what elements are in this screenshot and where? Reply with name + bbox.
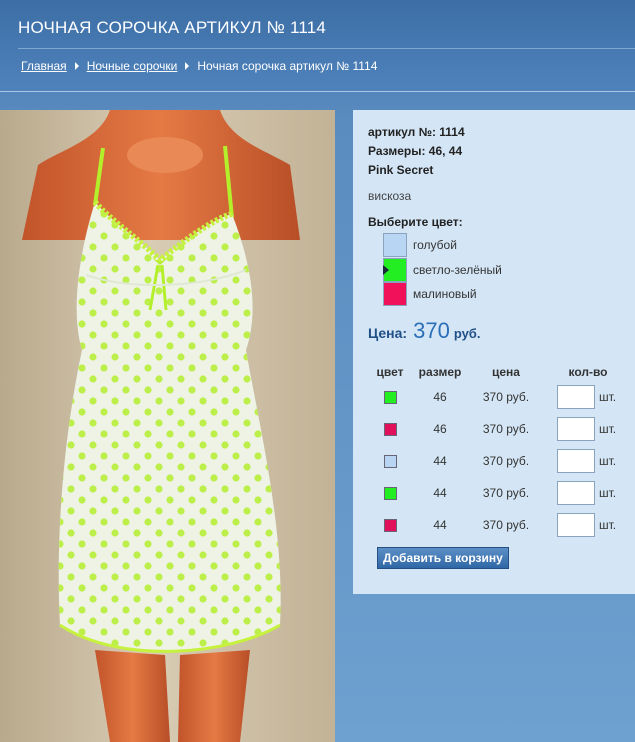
table-row: 46 370 руб. шт. [367, 381, 631, 413]
price-label: Цена: [368, 325, 408, 341]
color-option-crimson[interactable]: малиновый [383, 282, 477, 306]
color-swatch[interactable] [383, 282, 407, 306]
table-row: 44 370 руб. шт. [367, 509, 631, 541]
breadcrumb-current: Ночная сорочка артикул № 1114 [197, 59, 378, 73]
row-price: 370 руб. [482, 390, 530, 404]
table-row: 46 370 руб. шт. [367, 413, 631, 445]
row-price: 370 руб. [482, 486, 530, 500]
price-block: Цена: 370 руб. [368, 318, 480, 344]
quantity-input[interactable] [557, 385, 595, 409]
color-option-blue[interactable]: голубой [383, 233, 457, 257]
row-price: 370 руб. [482, 518, 530, 532]
column-header-price: цена [492, 365, 520, 379]
unit-label: шт. [599, 422, 617, 436]
color-label: светло-зелёный [413, 263, 502, 277]
page-title: НОЧНАЯ СОРОЧКА АРТИКУЛ № 1114 [18, 18, 327, 37]
article-number: артикул №: 1114 [368, 125, 465, 139]
column-header-size: размер [418, 365, 462, 379]
color-swatch[interactable] [383, 233, 407, 257]
table-row: 44 370 руб. шт. [367, 445, 631, 477]
row-size: 44 [433, 454, 447, 468]
breadcrumb-home-link[interactable]: Главная [21, 59, 67, 73]
quantity-input[interactable] [557, 513, 595, 537]
brand-name: Pink Secret [368, 163, 434, 177]
color-label: малиновый [413, 287, 477, 301]
price-currency: руб. [453, 326, 481, 341]
row-price: 370 руб. [482, 454, 530, 468]
column-header-color: цвет [376, 365, 404, 379]
breadcrumb-category-link[interactable]: Ночные сорочки [87, 59, 178, 73]
breadcrumb-arrow-icon [74, 62, 79, 70]
color-option-light-green[interactable]: светло-зелёный [383, 258, 502, 282]
unit-label: шт. [599, 518, 617, 532]
column-header-qty: кол-во [568, 365, 608, 379]
sizes-info: Размеры: 46, 44 [368, 144, 463, 158]
row-size: 46 [433, 390, 447, 404]
row-color-swatch [383, 391, 397, 405]
header-band [0, 0, 635, 92]
product-info-panel: артикул №: 1114 Размеры: 46, 44 Pink Sec… [353, 110, 635, 594]
nightgown-illustration [22, 110, 300, 742]
quantity-input[interactable] [557, 481, 595, 505]
row-color-swatch [383, 455, 397, 469]
breadcrumb-arrow-icon [185, 62, 190, 70]
material-info: вискоза [368, 189, 412, 203]
row-size: 44 [433, 518, 447, 532]
row-color-swatch [383, 423, 397, 437]
unit-label: шт. [599, 486, 617, 500]
choose-color-label: Выберите цвет: [368, 215, 463, 229]
price-value: 370 [413, 318, 450, 343]
unit-label: шт. [599, 390, 617, 404]
add-to-cart-button[interactable]: Добавить в корзину [377, 547, 509, 569]
row-size: 44 [433, 486, 447, 500]
table-row: 44 370 руб. шт. [367, 477, 631, 509]
variants-table: цвет размер цена кол-во 46 370 руб. шт. … [367, 363, 631, 541]
header-divider [18, 48, 635, 49]
product-photo[interactable] [0, 110, 335, 742]
row-color-swatch [383, 487, 397, 501]
row-price: 370 руб. [482, 422, 530, 436]
breadcrumb: Главная Ночные сорочки Ночная сорочка ар… [21, 59, 377, 73]
color-label: голубой [413, 238, 457, 252]
row-color-swatch [383, 519, 397, 533]
row-size: 46 [433, 422, 447, 436]
quantity-input[interactable] [557, 449, 595, 473]
color-swatch[interactable] [383, 258, 407, 282]
unit-label: шт. [599, 454, 617, 468]
quantity-input[interactable] [557, 417, 595, 441]
